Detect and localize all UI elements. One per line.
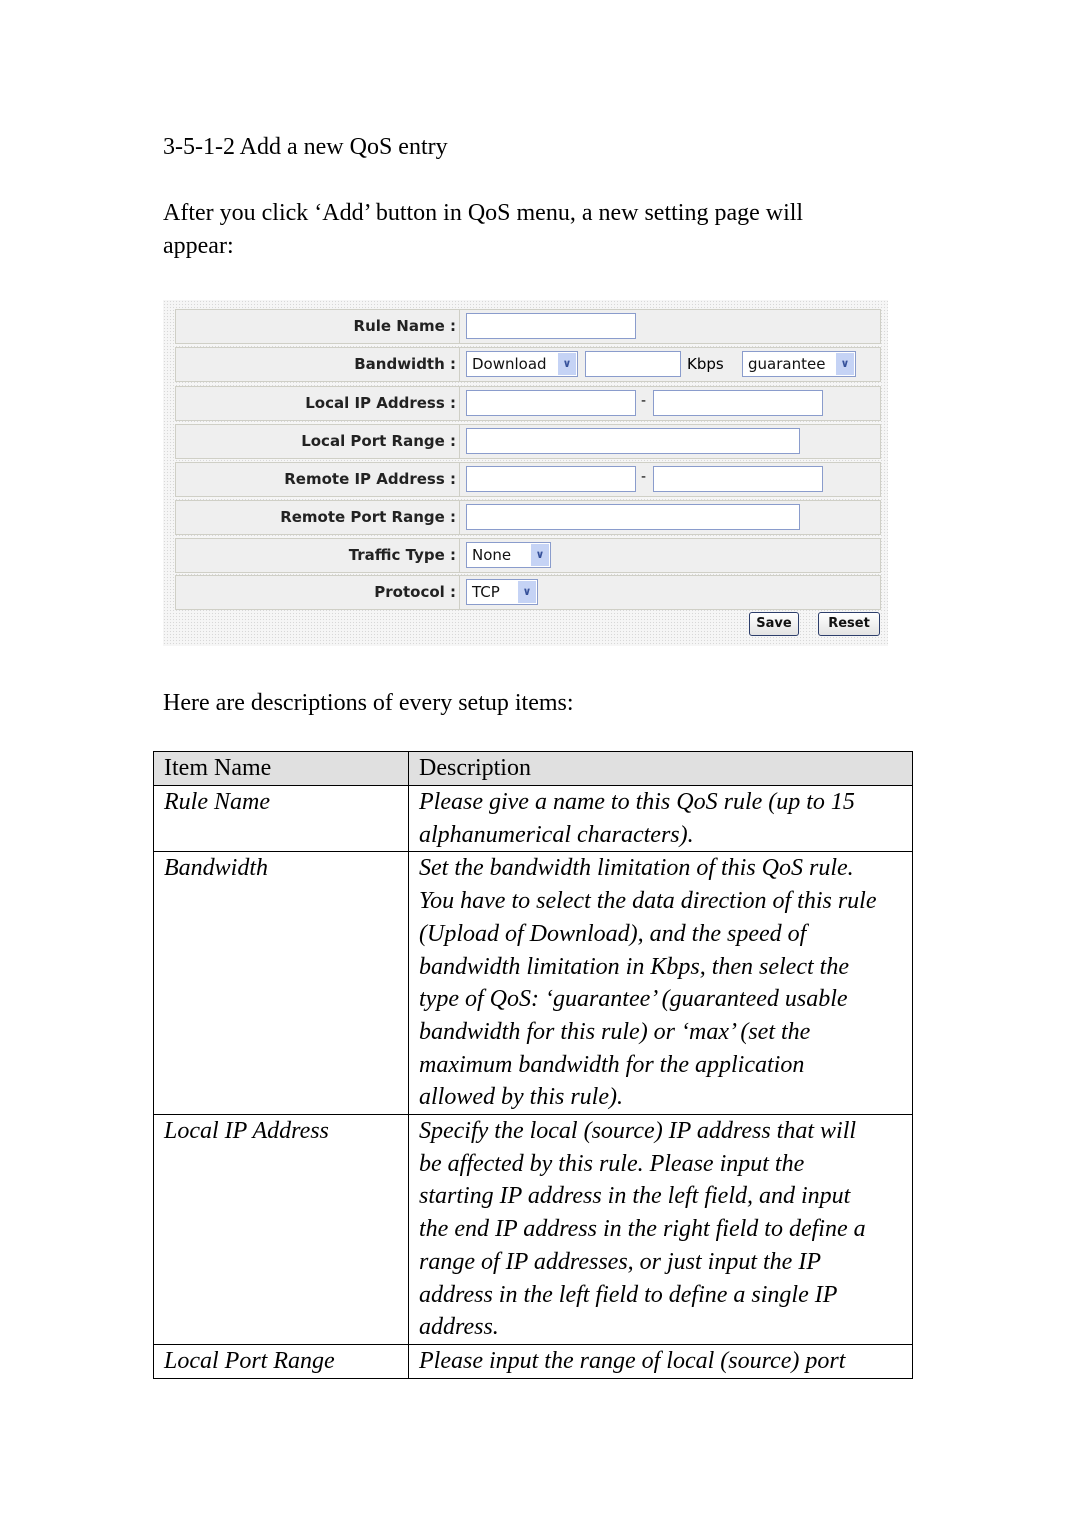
remote-ip-start-input[interactable]: [466, 466, 636, 492]
local-port-label: Local Port Range :: [175, 424, 462, 459]
remote-ip-label: Remote IP Address :: [175, 462, 462, 497]
local-ip-label: Local IP Address :: [175, 386, 462, 421]
description-line: bandwidth limitation in Kbps, then selec…: [419, 953, 849, 980]
kbps-unit-label: Kbps: [687, 355, 724, 373]
table-row: Local Port Range Please input the range …: [153, 1343, 913, 1379]
protocol-value: TCP: [472, 583, 500, 601]
local-ip-end-input[interactable]: [653, 390, 823, 416]
remote-ip-end-input[interactable]: [653, 466, 823, 492]
description-table: Item Name Description Rule Name Please g…: [153, 751, 913, 1379]
chevron-down-icon: ∨: [558, 353, 576, 375]
chevron-down-icon: ∨: [518, 581, 536, 603]
traffic-type-value: None: [472, 546, 512, 564]
header-description: Description: [408, 751, 913, 786]
bandwidth-label: Bandwidth :: [175, 347, 462, 382]
description-line: alphanumerical characters).: [419, 821, 694, 848]
traffic-type-select[interactable]: None ∨: [466, 542, 551, 568]
reset-button[interactable]: Reset: [818, 612, 880, 636]
table-row: Local IP Address Specify the local (sour…: [153, 1114, 913, 1345]
range-separator: -: [641, 393, 647, 409]
protocol-label: Protocol :: [175, 575, 462, 610]
item-description: Please input the range of local (source)…: [419, 1345, 904, 1378]
rule-name-label: Rule Name :: [175, 309, 462, 344]
item-description: Specify the local (source) IP address th…: [419, 1115, 904, 1344]
local-ip-start-input[interactable]: [466, 390, 636, 416]
description-line: range of IP addresses, or just input the…: [419, 1248, 821, 1275]
description-line: starting IP address in the left field, a…: [419, 1183, 851, 1210]
description-line: bandwidth for this rule) or ‘max’ (set t…: [419, 1018, 811, 1045]
local-port-range-input[interactable]: [466, 428, 800, 454]
bandwidth-speed-input[interactable]: [585, 351, 681, 377]
qos-entry-form-screenshot: Rule Name : Bandwidth : Download ∨ Kbps g…: [163, 300, 888, 646]
item-name: Rule Name: [164, 789, 270, 815]
row-remote-ip: Remote IP Address : -: [175, 462, 881, 497]
description-line: address.: [419, 1314, 499, 1341]
item-description: Please give a name to this QoS rule (up …: [419, 786, 904, 851]
row-bandwidth: Bandwidth : Download ∨ Kbps guarantee ∨: [175, 347, 881, 382]
range-separator: -: [641, 469, 647, 485]
table-row: Rule Name Please give a name to this QoS…: [153, 784, 913, 853]
chevron-down-icon: ∨: [836, 353, 854, 375]
bandwidth-direction-select[interactable]: Download ∨: [466, 351, 578, 377]
description-line: You have to select the data direction of…: [419, 888, 877, 915]
row-rule-name: Rule Name :: [175, 309, 881, 344]
intro-line-1: After you click ‘Add’ button in QoS menu…: [163, 200, 804, 226]
description-line: address in the left field to define a si…: [419, 1281, 838, 1308]
row-local-port: Local Port Range :: [175, 424, 881, 459]
intro-line-2: appear:: [163, 233, 234, 259]
rule-name-input[interactable]: [466, 313, 636, 339]
item-description: Set the bandwidth limitation of this QoS…: [419, 852, 904, 1114]
table-row: Bandwidth Set the bandwidth limitation o…: [153, 851, 913, 1116]
table-header-row: Item Name Description: [153, 751, 913, 786]
header-item-name: Item Name: [153, 751, 409, 786]
description-line: allowed by this rule).: [419, 1084, 623, 1111]
traffic-type-label: Traffic Type :: [175, 538, 462, 573]
remote-port-range-input[interactable]: [466, 504, 800, 530]
description-line: be affected by this rule. Please input t…: [419, 1150, 805, 1177]
row-local-ip: Local IP Address : -: [175, 386, 881, 421]
item-name: Local Port Range: [164, 1347, 335, 1374]
description-line: maximum bandwidth for the application: [419, 1051, 805, 1078]
description-line: Please input the range of local (source)…: [419, 1347, 846, 1374]
row-traffic-type: Traffic Type : None ∨: [175, 538, 881, 573]
chevron-down-icon: ∨: [531, 544, 549, 566]
item-name: Bandwidth: [164, 855, 269, 882]
descriptions-intro: Here are descriptions of every setup ite…: [163, 690, 574, 716]
remote-port-label: Remote Port Range :: [175, 500, 462, 535]
description-line: the end IP address in the right field to…: [419, 1216, 866, 1243]
bandwidth-type-select[interactable]: guarantee ∨: [742, 351, 856, 377]
row-remote-port: Remote Port Range :: [175, 500, 881, 535]
description-line: Set the bandwidth limitation of this QoS…: [419, 855, 854, 882]
bandwidth-direction-value: Download: [472, 355, 547, 373]
section-heading: 3-5-1-2 Add a new QoS entry: [163, 134, 448, 160]
row-protocol: Protocol : TCP ∨: [175, 575, 881, 610]
bandwidth-type-value: guarantee: [748, 355, 826, 373]
description-line: Please give a name to this QoS rule (up …: [419, 789, 855, 815]
save-button[interactable]: Save: [749, 612, 799, 636]
description-line: Specify the local (source) IP address th…: [419, 1118, 857, 1145]
description-line: (Upload of Download), and the speed of: [419, 920, 807, 947]
protocol-select[interactable]: TCP ∨: [466, 579, 538, 605]
item-name: Local IP Address: [164, 1118, 329, 1145]
description-line: type of QoS: ‘guarantee’ (guaranteed usa…: [419, 986, 848, 1013]
